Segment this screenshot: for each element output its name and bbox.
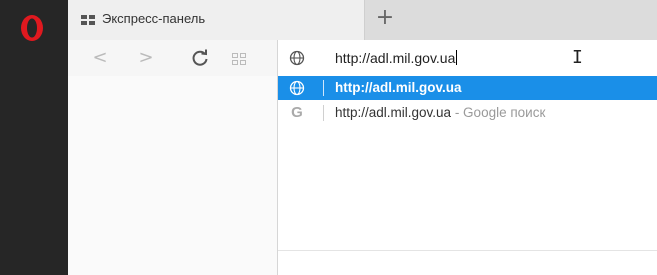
suggestion-text: http://adl.mil.gov.ua	[335, 80, 462, 95]
divider	[323, 80, 324, 96]
text-caret	[456, 50, 458, 65]
suggestion-item-search[interactable]: G http://adl.mil.gov.ua - Google поиск	[278, 101, 657, 125]
address-bar[interactable]: http://adl.mil.gov.ua	[277, 40, 657, 76]
opera-logo-icon[interactable]	[20, 14, 44, 42]
tab-speed-dial[interactable]: Экспресс-панель	[68, 0, 365, 40]
text-cursor-icon: I	[572, 47, 583, 68]
suggestion-item-url[interactable]: http://adl.mil.gov.ua	[278, 76, 657, 100]
page-content	[68, 76, 277, 275]
suggestion-dropdown: http://adl.mil.gov.ua G http://adl.mil.g…	[277, 76, 657, 275]
suggestion-hint: - Google поиск	[451, 105, 546, 120]
globe-icon	[289, 80, 305, 96]
divider	[278, 250, 657, 251]
tab-title: Экспресс-панель	[102, 11, 206, 26]
forward-button[interactable]: >	[134, 45, 158, 71]
address-input[interactable]: http://adl.mil.gov.ua	[335, 50, 458, 66]
globe-icon	[289, 50, 305, 66]
tab-strip: Экспресс-панель +	[68, 0, 657, 40]
google-g-icon: G	[291, 104, 303, 121]
sidebar	[0, 0, 68, 275]
reload-icon	[192, 49, 208, 66]
speed-dial-icon	[81, 15, 95, 25]
suggestion-text: http://adl.mil.gov.ua	[335, 105, 452, 120]
tab-menu-button[interactable]	[230, 45, 250, 71]
back-button[interactable]: <	[88, 45, 112, 71]
reload-button[interactable]	[188, 45, 212, 71]
new-tab-button[interactable]: +	[373, 4, 397, 32]
divider	[323, 105, 324, 121]
